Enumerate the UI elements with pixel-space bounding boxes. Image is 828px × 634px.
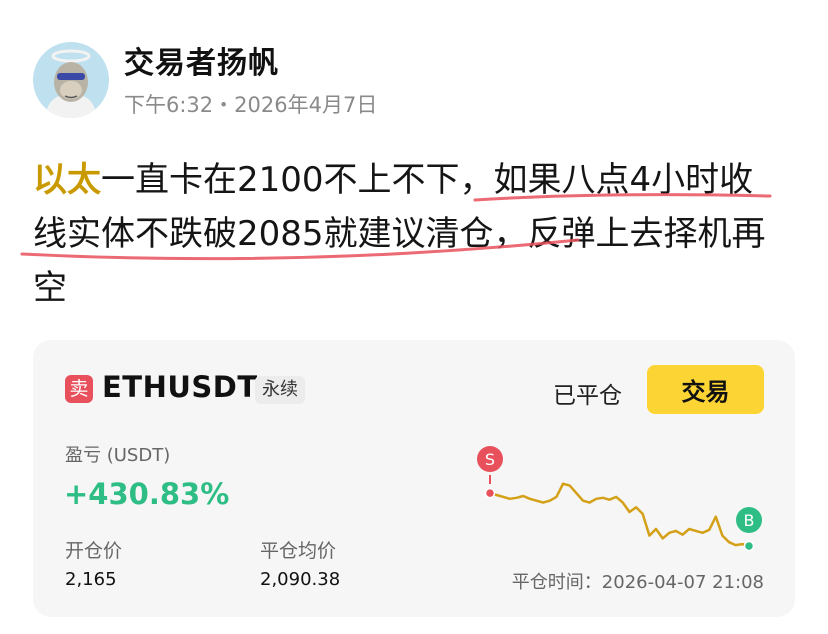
sell-badge: 卖 xyxy=(65,375,93,403)
hashtag-link[interactable]: 以太 xyxy=(33,160,101,200)
post-text-line: 一直卡在2100不上不下，如果八点4小时收 xyxy=(101,160,754,200)
close-price-value: 2,090.38 xyxy=(260,569,341,590)
post-text: 以太一直卡在2100不上不下，如果八点4小时收 线实体不跌破2085就建议清仓，… xyxy=(33,153,793,315)
close-price-label: 平仓均价 xyxy=(260,540,337,562)
close-time: 平仓时间：2026-04-07 21:08 xyxy=(512,568,764,594)
author-name[interactable]: 交易者扬帆 xyxy=(124,38,279,82)
pnl-label: 盈亏 (USDT) xyxy=(65,445,171,466)
post-line-1: 以太一直卡在2100不上不下，如果八点4小时收 xyxy=(33,153,793,207)
contract-type-badge: 永续 xyxy=(255,376,305,404)
pnl-value: +430.83% xyxy=(64,477,230,511)
price-sparkline: S B xyxy=(477,446,762,552)
open-price-label: 开仓价 xyxy=(65,540,123,562)
trade-card[interactable]: 卖 ETHUSDT 永续 已平仓 交易 盈亏 (USDT) +430.83% 开… xyxy=(33,340,795,617)
post-timestamp: 下午6:32・2026年4月7日 xyxy=(124,93,378,117)
post-line-2: 线实体不跌破2085就建议清仓，反弹上去择机再 xyxy=(33,214,766,254)
price-line xyxy=(489,482,750,548)
avatar[interactable] xyxy=(33,42,109,118)
close-time-value: 2026-04-07 21:08 xyxy=(601,572,764,593)
post-line-3: 空 xyxy=(33,268,67,308)
trade-button[interactable]: 交易 xyxy=(647,365,764,414)
sell-marker: S xyxy=(477,446,503,499)
buy-marker-label: B xyxy=(744,511,755,530)
position-status: 已平仓 xyxy=(553,383,622,409)
trading-pair: ETHUSDT xyxy=(102,370,258,404)
close-time-label: 平仓时间： xyxy=(511,572,602,593)
sell-marker-label: S xyxy=(485,450,495,469)
open-price-value: 2,165 xyxy=(65,569,117,590)
ape-avatar-icon xyxy=(33,42,109,118)
